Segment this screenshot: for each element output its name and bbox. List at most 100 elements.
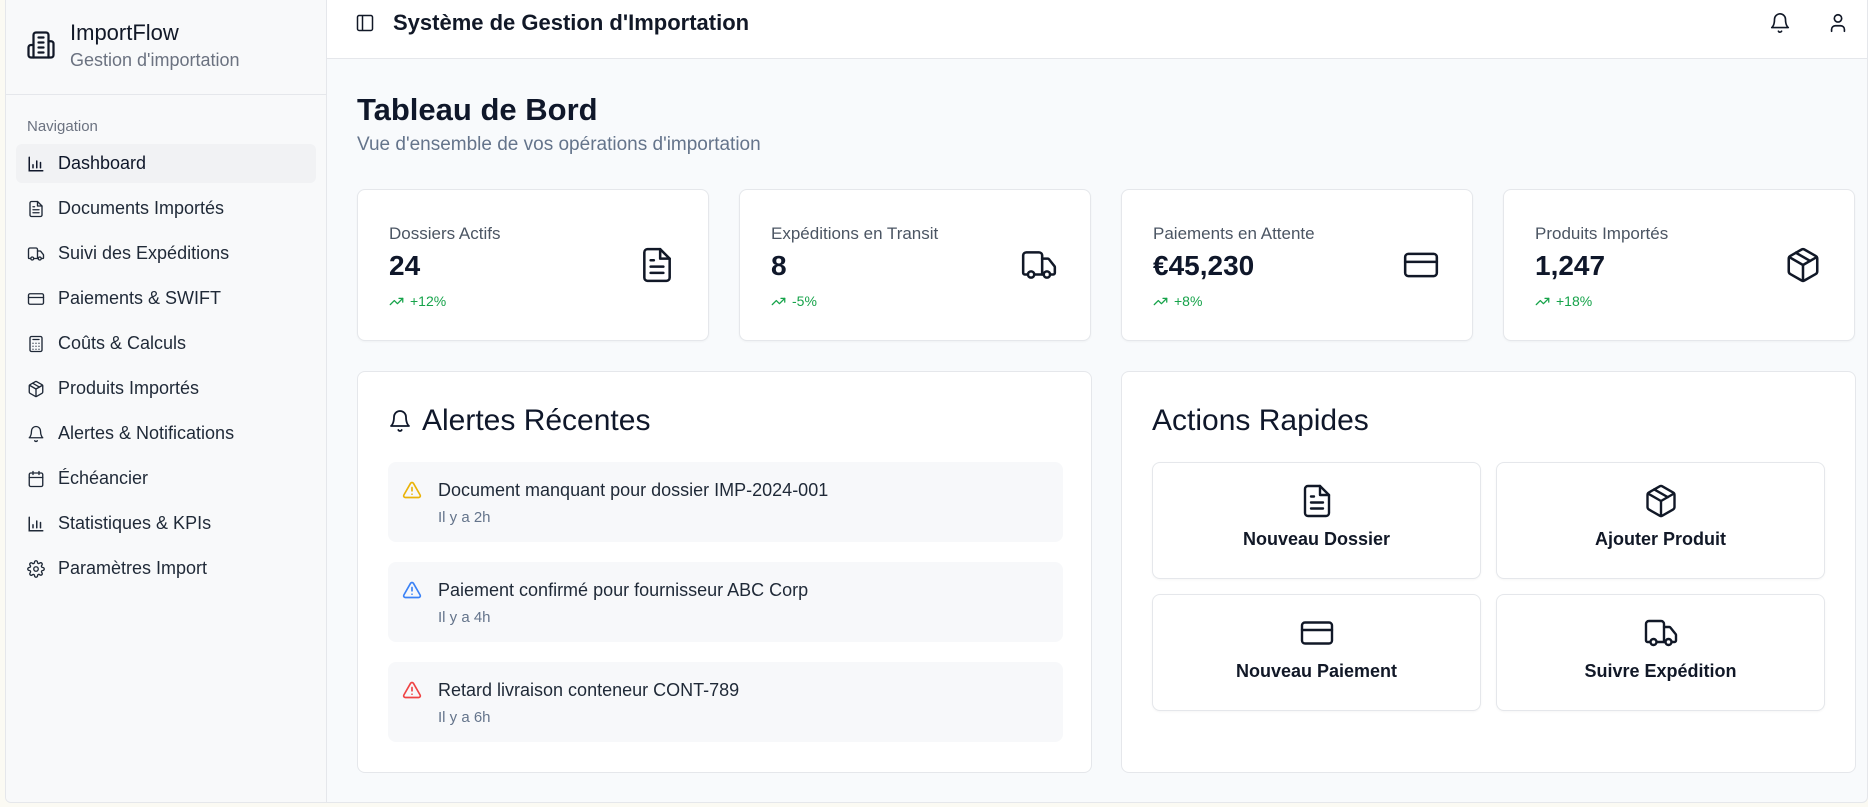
trending-up-icon	[1535, 297, 1550, 305]
file-text-icon	[643, 247, 671, 283]
trending-up-icon	[389, 297, 404, 305]
recent-alerts-panel: Alertes Récentes Document manquant pour …	[357, 371, 1092, 773]
trending-up-icon	[771, 297, 786, 305]
stat-label: Dossiers Actifs	[389, 224, 501, 243]
add-product-button[interactable]: Ajouter Produit	[1496, 462, 1825, 579]
stat-card-imported-products: Produits Importés 1,247 +18%	[1503, 189, 1855, 341]
app-title: Système de Gestion d'Importation	[393, 10, 750, 35]
settings-icon	[27, 559, 45, 578]
warning-triangle-icon	[402, 681, 422, 699]
alert-time: Il y a 4h	[438, 609, 491, 626]
stat-label: Expéditions en Transit	[771, 224, 939, 243]
credit-card-icon	[27, 292, 45, 305]
sidebar-item-label: Produits Importés	[58, 378, 200, 398]
sidebar-item-documents[interactable]: Documents Importés	[16, 189, 316, 228]
sidebar-nav: Dashboard Documents Importés Suivi des E…	[6, 144, 326, 588]
user-button[interactable]	[1827, 12, 1849, 34]
alert-item[interactable]: Paiement confirmé pour fournisseur ABC C…	[388, 562, 1063, 642]
page-title: Tableau de Bord	[357, 92, 598, 127]
sidebar-item-label: Échéancier	[58, 468, 149, 488]
panel-title: Actions Rapides	[1152, 404, 1369, 437]
stat-trend-value: +18%	[1556, 293, 1593, 309]
nav-section-label: Navigation	[27, 118, 98, 135]
truck-icon	[1021, 251, 1057, 279]
new-payment-button[interactable]: Nouveau Paiement	[1152, 594, 1481, 711]
stat-trend-value: +8%	[1174, 293, 1203, 309]
brand-name: ImportFlow	[70, 20, 179, 45]
quick-action-label: Nouveau Paiement	[1235, 661, 1398, 681]
bell-icon	[390, 410, 410, 432]
sidebar-item-shipments[interactable]: Suivi des Expéditions	[16, 234, 316, 273]
stat-trend: +12%	[389, 293, 446, 309]
main-content: Système de Gestion d'Importation Tableau…	[327, 0, 1867, 802]
notifications-button[interactable]	[1769, 12, 1791, 34]
package-icon	[28, 380, 44, 397]
bell-icon	[1770, 13, 1790, 33]
sidebar-item-statistics[interactable]: Statistiques & KPIs	[16, 504, 316, 543]
alert-time: Il y a 2h	[438, 509, 491, 526]
sidebar-item-settings[interactable]: Paramètres Import	[16, 549, 316, 588]
brand-subtitle: Gestion d'importation	[70, 50, 240, 70]
sidebar-item-label: Suivi des Expéditions	[58, 243, 230, 263]
sidebar-item-label: Paramètres Import	[58, 558, 208, 578]
file-text-icon	[29, 200, 43, 217]
stat-value: €45,230	[1153, 250, 1255, 281]
bell-icon	[28, 425, 44, 442]
warning-triangle-icon	[402, 581, 422, 599]
panel-title-text: Alertes Récentes	[422, 404, 651, 437]
stat-trend: +8%	[1153, 293, 1202, 309]
bar-chart-icon	[28, 516, 44, 531]
alert-item[interactable]: Retard livraison conteneur CONT-789 Il y…	[388, 662, 1063, 742]
package-icon	[1787, 247, 1819, 283]
stat-card-pending-payments: Paiements en Attente €45,230 +8%	[1121, 189, 1473, 341]
stat-card-active-files: Dossiers Actifs 24 +12%	[357, 189, 709, 341]
panel-title: Alertes Récentes	[388, 404, 650, 438]
sidebar-toggle-icon[interactable]	[355, 13, 375, 33]
stat-label: Produits Importés	[1535, 224, 1669, 243]
stat-trend: -5%	[771, 293, 817, 309]
alert-time: Il y a 6h	[438, 709, 491, 726]
brand[interactable]: ImportFlow Gestion d'importation	[6, 0, 326, 95]
page-subtitle: Vue d'ensemble de vos opérations d'impor…	[357, 134, 761, 155]
quick-action-label: Nouveau Dossier	[1242, 529, 1391, 549]
alert-message: Paiement confirmé pour fournisseur ABC C…	[438, 580, 809, 600]
sidebar-item-label: Coûts & Calculs	[58, 333, 187, 353]
sidebar-item-label: Alertes & Notifications	[58, 423, 235, 443]
credit-card-icon	[1403, 252, 1439, 278]
stat-value: 8	[771, 250, 787, 281]
sidebar-item-dashboard[interactable]: Dashboard	[16, 144, 316, 183]
top-actions	[1769, 12, 1849, 34]
truck-icon	[27, 246, 45, 261]
calculator-icon	[29, 335, 43, 352]
stat-trend: +18%	[1535, 293, 1592, 309]
track-shipment-button[interactable]: Suivre Expédition	[1496, 594, 1825, 711]
truck-icon	[1644, 619, 1677, 647]
stat-trend-value: +12%	[410, 293, 447, 309]
sidebar-item-products[interactable]: Produits Importés	[16, 369, 316, 408]
building-icon	[27, 31, 55, 59]
alert-message: Document manquant pour dossier IMP-2024-…	[438, 480, 829, 500]
quick-action-label: Ajouter Produit	[1595, 529, 1726, 549]
sidebar-item-schedule[interactable]: Échéancier	[16, 459, 316, 498]
quick-actions-panel: Actions Rapides Nouveau Dossier Ajouter …	[1121, 371, 1856, 773]
new-file-button[interactable]: Nouveau Dossier	[1152, 462, 1481, 579]
sidebar-item-label: Statistiques & KPIs	[58, 513, 212, 533]
stat-label: Paiements en Attente	[1153, 224, 1315, 243]
alert-item[interactable]: Document manquant pour dossier IMP-2024-…	[388, 462, 1063, 542]
warning-triangle-icon	[402, 481, 422, 499]
sidebar-item-label: Paiements & SWIFT	[58, 288, 222, 308]
sidebar-item-alerts[interactable]: Alertes & Notifications	[16, 414, 316, 453]
package-icon	[1645, 484, 1676, 518]
sidebar-item-payments[interactable]: Paiements & SWIFT	[16, 279, 316, 318]
sidebar: ImportFlow Gestion d'importation Navigat…	[6, 0, 327, 802]
stat-card-shipments-transit: Expéditions en Transit 8 -5%	[739, 189, 1091, 341]
file-text-icon	[1303, 484, 1330, 518]
stat-value: 1,247	[1535, 250, 1606, 281]
quick-action-label: Suivre Expédition	[1584, 661, 1737, 681]
stat-value: 24	[389, 250, 421, 281]
sidebar-item-costs[interactable]: Coûts & Calculs	[16, 324, 316, 363]
calendar-icon	[28, 470, 44, 487]
alert-message: Retard livraison conteneur CONT-789	[438, 680, 740, 700]
user-icon	[1830, 13, 1846, 33]
bar-chart-icon	[28, 156, 44, 171]
